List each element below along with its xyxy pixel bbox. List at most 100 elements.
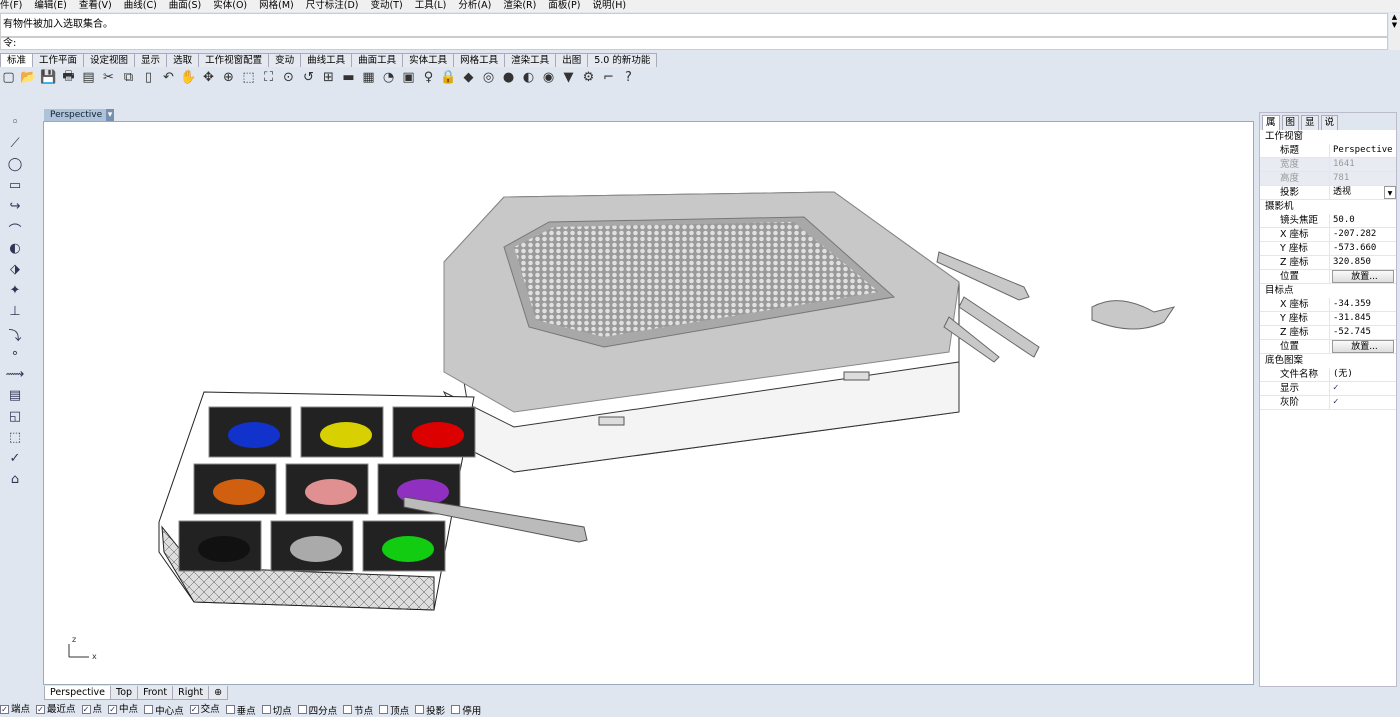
tool-icon[interactable]: ▤: [0, 388, 30, 407]
osnap-3[interactable]: ✓ 中点: [108, 705, 138, 717]
help-icon[interactable]: ?: [620, 69, 637, 86]
menu-item[interactable]: 分析(A): [458, 0, 491, 12]
menu-item[interactable]: 实体(O): [213, 0, 247, 12]
property-value[interactable]: (无): [1330, 368, 1396, 381]
property-value[interactable]: -573.660: [1330, 242, 1396, 255]
osnap-2[interactable]: ✓ 点: [81, 705, 102, 717]
grid-icon[interactable]: ▦: [360, 69, 377, 86]
color-wheel-icon[interactable]: ◎: [480, 69, 497, 86]
new-icon[interactable]: ▢: [0, 69, 17, 86]
osnap-0[interactable]: ✓ 端点: [0, 705, 30, 717]
osnap-5[interactable]: ✓ 交点: [189, 705, 220, 717]
checkbox[interactable]: [261, 705, 271, 714]
tool-icon[interactable]: ✓: [0, 451, 30, 470]
circle-icon[interactable]: ◔: [380, 69, 397, 86]
menu-item[interactable]: 查看(V): [79, 0, 112, 12]
light-icon[interactable]: ♀: [420, 69, 437, 86]
property-value[interactable]: -31.845: [1330, 312, 1396, 325]
checkbox[interactable]: ✓: [189, 705, 199, 714]
osnap-1[interactable]: ✓ 最近点: [36, 705, 76, 717]
menu-item[interactable]: 编辑(E): [34, 0, 66, 12]
viewport-menu-arrow-icon[interactable]: ▾: [106, 109, 114, 121]
menu-item[interactable]: 面板(P): [548, 0, 580, 12]
menu-item[interactable]: 曲线(C): [124, 0, 157, 12]
toolbar-tab[interactable]: 选取: [166, 53, 200, 67]
toolbar-tab[interactable]: 实体工具: [402, 53, 455, 67]
toolbar-tab[interactable]: 设定视图: [83, 53, 136, 67]
toolbar-tab[interactable]: 工作平面: [32, 53, 85, 67]
place-button[interactable]: 放置...: [1332, 270, 1394, 283]
menu-item[interactable]: 渲染(R): [503, 0, 536, 12]
perspective-viewport[interactable]: zx: [43, 121, 1254, 685]
panel-tab[interactable]: 说: [1320, 115, 1339, 130]
checkbox[interactable]: [415, 705, 425, 714]
property-value[interactable]: 透视: [1330, 186, 1384, 199]
checkbox[interactable]: [451, 705, 461, 714]
toolbar-tab[interactable]: 曲面工具: [351, 53, 404, 67]
menu-item[interactable]: 件(F): [0, 0, 22, 12]
cut-icon[interactable]: ✂: [100, 69, 117, 86]
tool-icon[interactable]: ◦: [0, 115, 30, 134]
menu-item[interactable]: 网格(M): [259, 0, 294, 12]
zoom-selected-icon[interactable]: ⊙: [280, 69, 297, 86]
toolbar-tab[interactable]: 5.0 的新功能: [587, 53, 658, 67]
toolbar-tab[interactable]: 出图: [555, 53, 589, 67]
tool-icon[interactable]: ∘: [0, 346, 30, 365]
toolbar-tab[interactable]: 标准: [0, 53, 34, 67]
viewport-tab[interactable]: Right: [172, 686, 210, 700]
layer-icon[interactable]: ▣: [400, 69, 417, 86]
checkbox[interactable]: [144, 705, 154, 714]
viewport-tab[interactable]: Front: [137, 686, 174, 700]
tool-icon[interactable]: ⌒: [0, 220, 30, 239]
open-icon[interactable]: 📂: [20, 69, 37, 86]
tool-icon[interactable]: ◯: [0, 157, 30, 176]
tool-icon[interactable]: ◐: [0, 241, 30, 260]
osnap-10[interactable]: 顶点: [379, 705, 409, 717]
material-icon[interactable]: ◆: [460, 69, 477, 86]
add-viewport-tab-icon[interactable]: ⊕: [208, 686, 229, 700]
tool-icon[interactable]: ⊥: [0, 304, 30, 323]
tool-icon[interactable]: ⤵: [0, 325, 30, 344]
save-icon[interactable]: 💾: [40, 69, 57, 86]
tool-icon[interactable]: ⬚: [0, 430, 30, 449]
zoom-icon[interactable]: ⊕: [220, 69, 237, 86]
property-value[interactable]: Perspective: [1330, 144, 1396, 157]
render-icon[interactable]: ◉: [540, 69, 557, 86]
menu-item[interactable]: 曲面(S): [169, 0, 201, 12]
import-icon[interactable]: ▤: [80, 69, 97, 86]
print-icon[interactable]: 🖶: [60, 69, 77, 86]
toolbar-tab[interactable]: 工作视窗配置: [198, 53, 270, 67]
dropdown-arrow-icon[interactable]: ▾: [1384, 186, 1396, 199]
viewports-icon[interactable]: ⊞: [320, 69, 337, 86]
tool-icon[interactable]: ⬗: [0, 262, 30, 281]
checkbox[interactable]: [343, 705, 353, 714]
tool-icon[interactable]: ◱: [0, 409, 30, 428]
tool-icon[interactable]: ↪: [0, 199, 30, 218]
checkbox[interactable]: [379, 705, 389, 714]
panel-tab[interactable]: 属: [1262, 115, 1280, 130]
viewport-tab[interactable]: Top: [110, 686, 139, 700]
tool-icon[interactable]: ⟋: [0, 136, 30, 155]
checkbox[interactable]: ✓: [1330, 382, 1396, 395]
options-icon[interactable]: ⚙: [580, 69, 597, 86]
paste-icon[interactable]: ▯: [140, 69, 157, 86]
pan-icon[interactable]: ✋: [180, 69, 197, 86]
property-value[interactable]: -52.745: [1330, 326, 1396, 339]
checkbox[interactable]: [225, 705, 235, 714]
menu-item[interactable]: 尺寸标注(D): [306, 0, 359, 12]
shaded-icon[interactable]: ●: [500, 69, 517, 86]
tool-icon[interactable]: ▭: [0, 178, 30, 197]
checkbox[interactable]: ✓: [81, 705, 91, 714]
light-cone-icon[interactable]: ▼: [560, 69, 577, 86]
copy-icon[interactable]: ⧉: [120, 69, 137, 86]
dimension-icon[interactable]: ⌐: [600, 69, 617, 86]
menu-item[interactable]: 变动(T): [370, 0, 402, 12]
osnap-9[interactable]: 节点: [343, 705, 373, 717]
checkbox[interactable]: ✓: [36, 705, 46, 714]
tool-icon[interactable]: ⟿: [0, 367, 30, 386]
toolbar-tab[interactable]: 网格工具: [453, 53, 506, 67]
toolbar-tab[interactable]: 变动: [268, 53, 302, 67]
toolbar-tab[interactable]: 显示: [134, 53, 168, 67]
property-value[interactable]: 320.850: [1330, 256, 1396, 269]
osnap-4[interactable]: 中心点: [144, 705, 184, 717]
